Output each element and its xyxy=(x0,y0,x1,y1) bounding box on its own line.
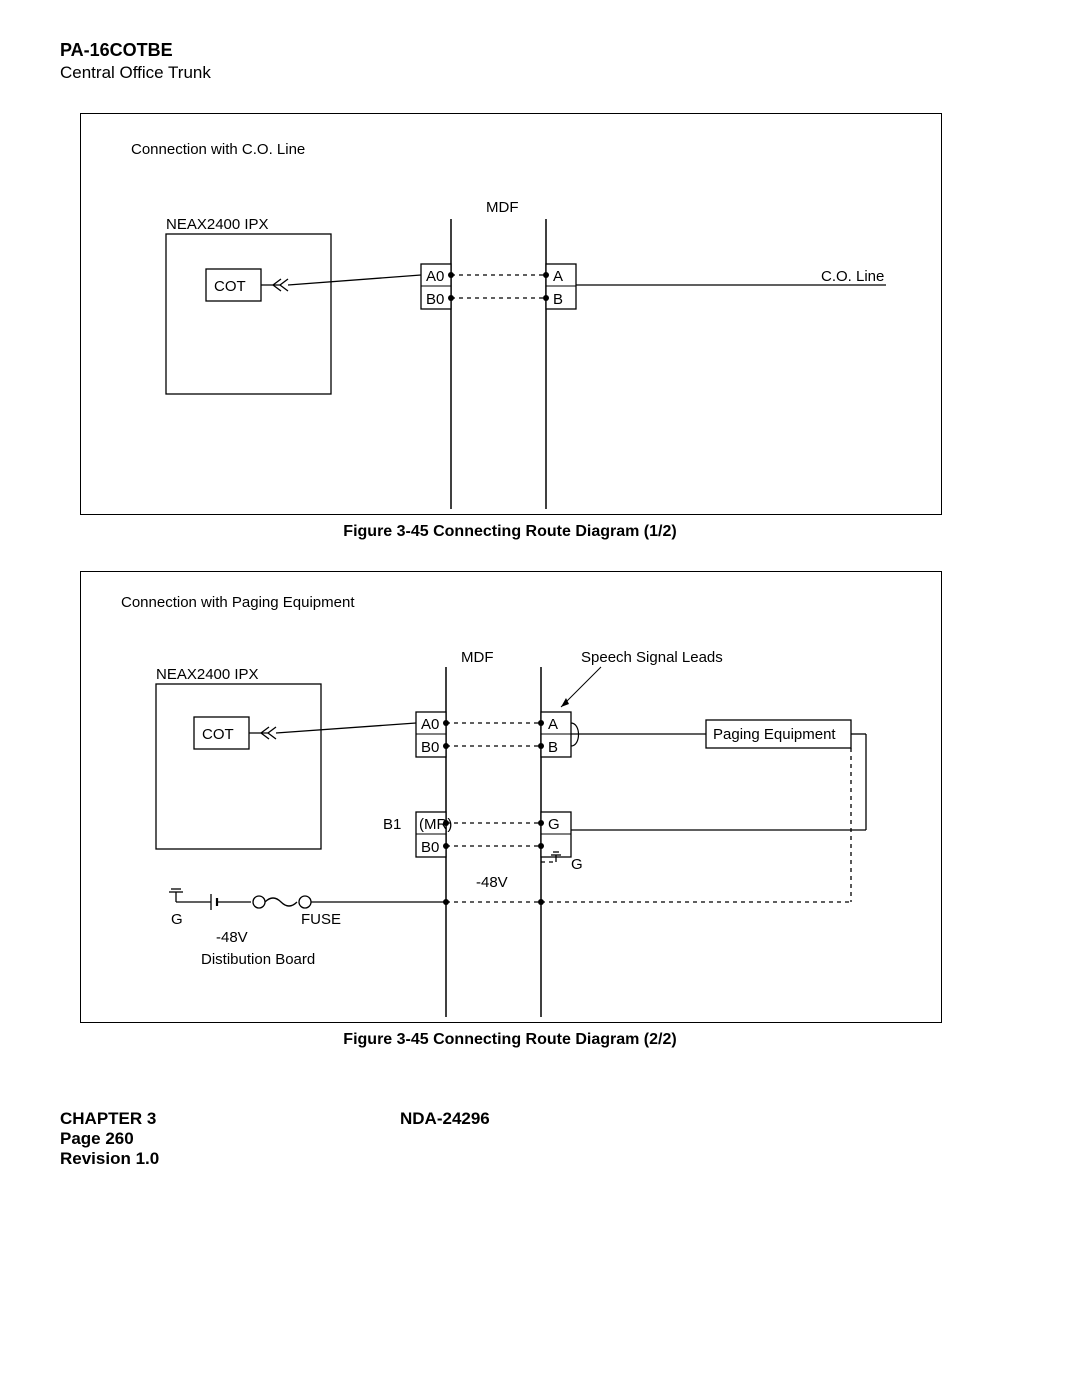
f1-coline: C.O. Line xyxy=(821,268,884,285)
f1-b: B xyxy=(553,291,563,308)
f2-mdf: MDF xyxy=(461,649,494,666)
f1-cot: COT xyxy=(214,278,246,295)
f2-fuse: FUSE xyxy=(301,911,341,928)
f2-b1: B1 xyxy=(383,816,401,833)
f2-b0: B0 xyxy=(421,739,439,756)
f2-g3: G xyxy=(171,911,183,928)
figure-1-svg: Connection with C.O. Line NEAX2400 IPX C… xyxy=(81,114,941,514)
f1-b0: B0 xyxy=(426,291,444,308)
footer-rev: Revision 1.0 xyxy=(60,1149,400,1169)
f2-b0-2: B0 xyxy=(421,839,439,856)
figure-2-svg: Connection with Paging Equipment NEAX240… xyxy=(81,572,941,1022)
doc-subtitle: Central Office Trunk xyxy=(60,63,1020,83)
f1-mdf: MDF xyxy=(486,199,519,216)
footer-chapter: CHAPTER 3 xyxy=(60,1109,400,1129)
figure-1-caption: Figure 3-45 Connecting Route Diagram (1/… xyxy=(60,523,960,541)
figure-2-caption: Figure 3-45 Connecting Route Diagram (2/… xyxy=(60,1031,960,1049)
f2-cot: COT xyxy=(202,726,234,743)
f2-a0: A0 xyxy=(421,716,439,733)
f2-paging: Paging Equipment xyxy=(713,726,836,743)
f1-conn: Connection with C.O. Line xyxy=(131,141,305,158)
f2-conn: Connection with Paging Equipment xyxy=(121,594,355,611)
f2-48v2: -48V xyxy=(216,929,248,946)
figure-1-box: Connection with C.O. Line NEAX2400 IPX C… xyxy=(80,113,942,515)
doc-code: PA-16COTBE xyxy=(60,40,1020,61)
f2-g: G xyxy=(548,816,560,833)
page-footer: CHAPTER 3 Page 260 Revision 1.0 NDA-2429… xyxy=(60,1109,1020,1169)
f2-a: A xyxy=(548,716,558,733)
f2-speech: Speech Signal Leads xyxy=(581,649,723,666)
figure-2-box: Connection with Paging Equipment NEAX240… xyxy=(80,571,942,1023)
f1-a0: A0 xyxy=(426,268,444,285)
f2-dist: Distibution Board xyxy=(201,951,315,968)
page-header: PA-16COTBE Central Office Trunk xyxy=(60,40,1020,83)
f1-neax: NEAX2400 IPX xyxy=(166,216,269,233)
f2-b: B xyxy=(548,739,558,756)
f1-outer-box xyxy=(166,234,331,394)
f2-g2: G xyxy=(571,856,583,873)
f1-a: A xyxy=(553,268,563,285)
f2-48v: -48V xyxy=(476,874,508,891)
footer-page: Page 260 xyxy=(60,1129,400,1149)
footer-nda: NDA-24296 xyxy=(400,1109,490,1169)
f2-neax: NEAX2400 IPX xyxy=(156,666,259,683)
